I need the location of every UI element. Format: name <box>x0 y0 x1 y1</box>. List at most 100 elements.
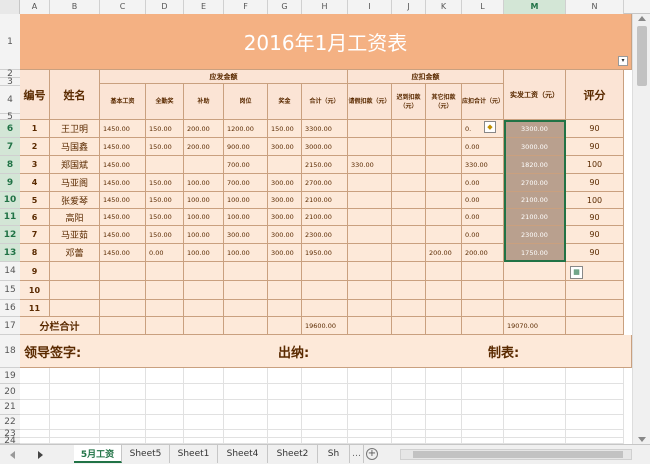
totals-label[interactable]: 分栏合计 <box>20 317 100 335</box>
cell-net-pay[interactable]: 2300.00 <box>504 226 566 244</box>
row-no[interactable]: 1 <box>20 120 50 138</box>
cell-f[interactable]: 700.00 <box>224 174 268 192</box>
empty-cell[interactable] <box>426 384 462 400</box>
row-name[interactable]: 马亚阁 <box>50 174 100 192</box>
cell-c[interactable] <box>100 262 146 281</box>
header-net-pay[interactable]: 实发工资（元） <box>504 70 566 120</box>
cell-net-pay[interactable]: 2700.00 <box>504 174 566 192</box>
row-header-12[interactable]: 12 <box>0 226 20 244</box>
column-header-j[interactable]: J <box>392 0 426 14</box>
cell-net-pay[interactable]: 2100.00 <box>504 192 566 209</box>
empty-cell[interactable] <box>504 415 566 430</box>
totals-cell[interactable] <box>100 317 146 335</box>
empty-cell[interactable] <box>268 384 302 400</box>
header-sub-8[interactable]: 迟到扣款（元） <box>392 84 426 120</box>
column-header-h[interactable]: H <box>302 0 348 14</box>
empty-cell[interactable] <box>504 430 566 438</box>
column-header-i[interactable]: I <box>348 0 392 14</box>
empty-cell[interactable] <box>566 415 624 430</box>
cell-c[interactable]: 1450.00 <box>100 138 146 156</box>
cell-d[interactable]: 150.00 <box>146 226 184 244</box>
empty-cell[interactable] <box>146 384 184 400</box>
cell-h[interactable]: 2150.00 <box>302 156 348 174</box>
empty-cell[interactable] <box>392 415 426 430</box>
sheet-tab-overflow-icon[interactable]: … <box>350 445 364 463</box>
cell-l[interactable]: 0.00 <box>462 226 504 244</box>
cell-j[interactable] <box>392 174 426 192</box>
empty-cell[interactable] <box>566 368 624 384</box>
worksheet-grid[interactable]: 2016年1月工资表 ▾ 编号 姓名 应发金额 应扣金额 实发工资（元） 评分 基本工资 全勤奖补… <box>20 14 632 444</box>
cell-e[interactable]: 100.00 <box>184 192 224 209</box>
cell-rating[interactable]: 90 <box>566 174 624 192</box>
horizontal-scroll-thumb[interactable] <box>413 451 623 458</box>
empty-cell[interactable] <box>302 384 348 400</box>
cell-h[interactable]: 1950.00 <box>302 244 348 262</box>
empty-cell[interactable] <box>146 430 184 438</box>
cell-l[interactable]: 0.00 <box>462 174 504 192</box>
empty-cell[interactable] <box>184 384 224 400</box>
cell-h[interactable] <box>302 262 348 281</box>
row-header-16[interactable]: 16 <box>0 300 20 317</box>
empty-cell[interactable] <box>268 400 302 415</box>
column-header-k[interactable]: K <box>426 0 462 14</box>
empty-cell[interactable] <box>268 415 302 430</box>
cell-g[interactable] <box>268 281 302 300</box>
cell-d[interactable]: 150.00 <box>146 120 184 138</box>
cell-i[interactable]: 330.00 <box>348 156 392 174</box>
cell-j[interactable] <box>392 244 426 262</box>
totals-cell[interactable] <box>348 317 392 335</box>
cell-d[interactable]: 150.00 <box>146 174 184 192</box>
row-no[interactable]: 7 <box>20 226 50 244</box>
smart-tag-icon[interactable]: ◆ <box>484 121 496 133</box>
row-name[interactable]: 郑国斌 <box>50 156 100 174</box>
cell-g[interactable]: 300.00 <box>268 138 302 156</box>
empty-cell[interactable] <box>224 400 268 415</box>
empty-cell[interactable] <box>50 430 100 438</box>
sheet-tab[interactable]: Sheet5 <box>122 445 170 463</box>
column-header-g[interactable]: G <box>268 0 302 14</box>
empty-cell[interactable] <box>566 384 624 400</box>
cell-i[interactable] <box>348 281 392 300</box>
cell-l[interactable] <box>462 300 504 317</box>
empty-cell[interactable] <box>462 415 504 430</box>
cell-c[interactable]: 1450.00 <box>100 120 146 138</box>
signature-row[interactable]: 领导签字: 出纳: 制表: <box>20 335 632 368</box>
cell-rating[interactable]: 90 <box>566 120 624 138</box>
totals-cell[interactable] <box>566 317 624 335</box>
cell-j[interactable] <box>392 120 426 138</box>
cell-f[interactable] <box>224 300 268 317</box>
filter-dropdown-icon[interactable]: ▾ <box>618 56 628 66</box>
cell-c[interactable] <box>100 281 146 300</box>
cell-k[interactable] <box>426 192 462 209</box>
empty-cell[interactable] <box>348 400 392 415</box>
row-no[interactable]: 11 <box>20 300 50 317</box>
scroll-down-icon[interactable] <box>638 437 646 442</box>
column-header-c[interactable]: C <box>100 0 146 14</box>
cell-f[interactable]: 100.00 <box>224 192 268 209</box>
empty-cell[interactable] <box>348 368 392 384</box>
row-header-1[interactable]: 1 <box>0 14 20 70</box>
cell-c[interactable]: 1450.00 <box>100 244 146 262</box>
cell-f[interactable]: 1200.00 <box>224 120 268 138</box>
row-name[interactable]: 邓蕾 <box>50 244 100 262</box>
cell-e[interactable]: 100.00 <box>184 209 224 226</box>
add-sheet-icon[interactable]: + <box>366 448 378 460</box>
cell-c[interactable]: 1450.00 <box>100 192 146 209</box>
sheet-tab[interactable]: Sh <box>318 445 350 463</box>
empty-cell[interactable] <box>146 415 184 430</box>
empty-cell[interactable] <box>268 430 302 438</box>
cell-l[interactable] <box>462 262 504 281</box>
row-name[interactable]: 张爱琴 <box>50 192 100 209</box>
totals-cell[interactable]: 19070.00 <box>504 317 566 335</box>
row-header-4[interactable]: 4 <box>0 86 20 114</box>
cell-rating[interactable]: 90 <box>566 209 624 226</box>
row-header-3[interactable]: 3 <box>0 78 20 87</box>
empty-cell[interactable] <box>184 430 224 438</box>
column-header-n[interactable]: N <box>566 0 624 14</box>
cell-f[interactable] <box>224 281 268 300</box>
cell-l[interactable]: 0. <box>462 120 504 138</box>
cell-i[interactable] <box>348 192 392 209</box>
cell-c[interactable]: 1450.00 <box>100 156 146 174</box>
cell-d[interactable]: 150.00 <box>146 192 184 209</box>
header-sub-1[interactable]: 基本工资 <box>100 84 146 120</box>
